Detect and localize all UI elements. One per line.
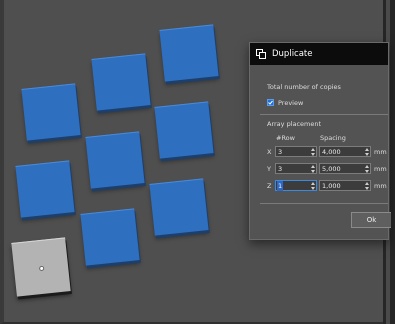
y-count-stepper[interactable]: 3: [275, 163, 317, 174]
pivot-point-icon: [38, 265, 45, 271]
y-spacing-stepper[interactable]: 5,000: [319, 163, 371, 174]
checkmark-icon: [268, 100, 273, 105]
preview-label[interactable]: Preview: [278, 99, 303, 107]
row-count-header: #Row: [276, 134, 295, 142]
original-tile[interactable]: [11, 237, 71, 297]
spin-arrows-icon[interactable]: [310, 165, 315, 173]
total-copies-label: Total number of copies: [267, 83, 341, 91]
ok-button[interactable]: Ok: [351, 212, 391, 228]
z-count-stepper[interactable]: 1: [275, 180, 317, 191]
array-copy-tile[interactable]: [91, 53, 151, 111]
dialog-titlebar[interactable]: Duplicate: [250, 43, 388, 65]
spin-arrows-icon[interactable]: [364, 182, 369, 190]
array-copy-tile[interactable]: [15, 160, 75, 218]
array-copy-tile[interactable]: [149, 178, 209, 236]
x-count-value: 3: [278, 148, 283, 156]
spin-arrows-icon[interactable]: [364, 148, 369, 156]
axis-x-label: X: [267, 148, 272, 156]
section-divider: [260, 114, 388, 115]
z-spacing-stepper[interactable]: 1,000: [319, 180, 371, 191]
spacing-header: Spacing: [320, 134, 346, 142]
spin-arrows-icon[interactable]: [310, 182, 315, 190]
axis-y-label: Y: [267, 165, 271, 173]
x-unit-label: mm: [374, 148, 387, 156]
y-count-value: 3: [278, 165, 283, 173]
y-spacing-value: 5,000: [322, 165, 341, 173]
axis-z-label: Z: [267, 182, 272, 190]
x-spacing-value: 4,000: [322, 148, 341, 156]
array-copy-tile[interactable]: [21, 83, 81, 141]
array-placement-label: Array placement: [267, 120, 322, 128]
array-copy-tile[interactable]: [80, 208, 140, 266]
duplicate-icon: [256, 48, 266, 59]
array-copy-tile[interactable]: [154, 101, 214, 159]
array-copy-tile[interactable]: [85, 131, 145, 189]
y-unit-label: mm: [374, 165, 387, 173]
duplicate-dialog: Duplicate Total number of copies Preview…: [249, 42, 391, 240]
array-copy-tile[interactable]: [159, 24, 219, 82]
x-spacing-stepper[interactable]: 4,000: [319, 146, 371, 157]
preview-checkbox[interactable]: [267, 99, 274, 106]
spin-arrows-icon[interactable]: [364, 165, 369, 173]
spin-arrows-icon[interactable]: [310, 148, 315, 156]
z-count-value: 1: [277, 181, 284, 191]
footer-divider: [260, 203, 388, 204]
z-spacing-value: 1,000: [322, 182, 341, 190]
dialog-title: Duplicate: [272, 49, 313, 59]
x-count-stepper[interactable]: 3: [275, 146, 317, 157]
z-unit-label: mm: [374, 182, 387, 190]
